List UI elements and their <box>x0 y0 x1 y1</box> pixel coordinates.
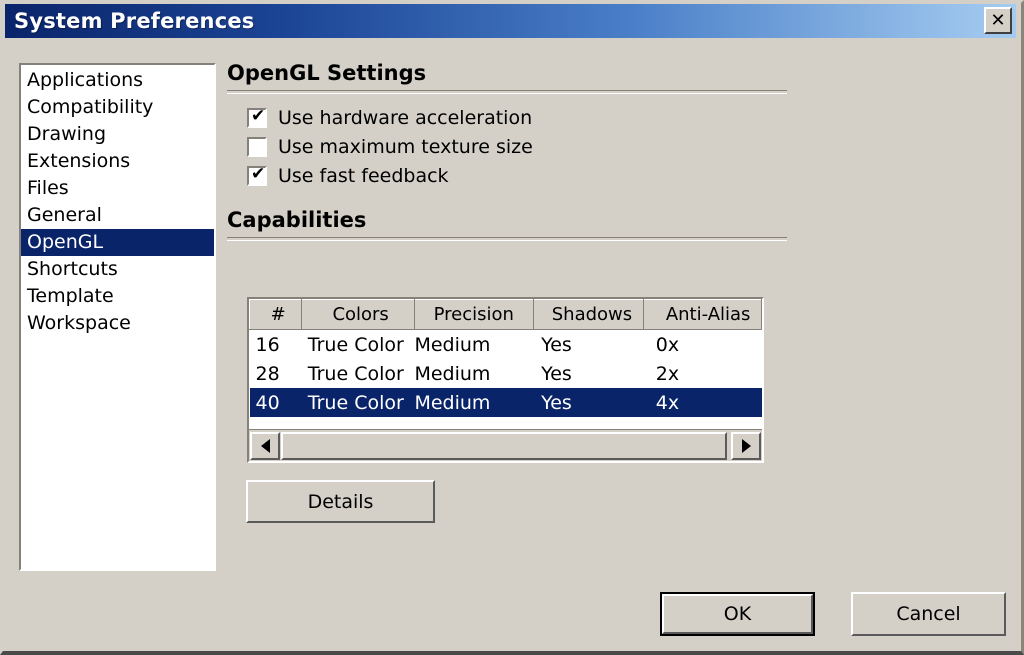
sidebar-item-label: Compatibility <box>27 96 154 118</box>
cell-anti_alias: 0x <box>655 333 680 356</box>
sidebar-item-applications[interactable]: Applications <box>21 67 214 94</box>
close-glyph: ✕ <box>990 9 1006 31</box>
sidebar-item-drawing[interactable]: Drawing <box>21 121 214 148</box>
cell-precision: Medium <box>414 362 491 385</box>
sidebar-item-files[interactable]: Files <box>21 175 214 202</box>
capabilities-table-frame: # Colors Precision Shadows Anti-Alias 16 True… <box>247 297 764 463</box>
sidebar-item-opengl[interactable]: OpenGL <box>21 229 214 256</box>
cell-colors: True Color <box>301 388 415 417</box>
opengl-settings-heading: OpenGL Settings <box>227 61 427 85</box>
checkbox-label: Use maximum texture size <box>278 135 533 158</box>
checkbox-row-0[interactable]: ✔ Use hardware acceleration <box>247 103 787 132</box>
column-header-0[interactable]: # <box>249 299 303 330</box>
sidebar-item-label: Extensions <box>27 150 131 172</box>
triangle-left-icon[interactable] <box>250 431 280 460</box>
cancel-button[interactable]: Cancel <box>851 592 1006 636</box>
table-body[interactable]: 16 True Color Medium Yes 0x 28 True Color Mediu… <box>249 330 762 417</box>
horizontal-scrollbar[interactable] <box>249 429 762 461</box>
sidebar-item-compatibility[interactable]: Compatibility <box>21 94 214 121</box>
column-header-2[interactable]: Precision <box>413 299 534 330</box>
section-divider-opengl <box>227 90 787 94</box>
capabilities-heading: Capabilities <box>227 208 367 232</box>
column-header-1[interactable]: Colors <box>301 299 415 330</box>
ok-button[interactable]: OK <box>660 592 815 636</box>
sidebar-item-label: Applications <box>27 69 144 91</box>
cell-colors: True Color <box>307 333 404 356</box>
checkbox-label: Use hardware acceleration <box>278 106 533 129</box>
sidebar-item-label: Template <box>27 285 114 307</box>
checkbox-row-2[interactable]: ✔ Use fast feedback <box>247 161 787 190</box>
system-preferences-dialog: System Preferences ✕ Applications Compati… <box>0 0 1024 655</box>
checkbox-unchecked-icon[interactable] <box>247 136 267 157</box>
cell-shadows: Yes <box>541 333 572 356</box>
sidebar-item-extensions[interactable]: Extensions <box>21 148 214 175</box>
cell-shadows: Yes <box>541 362 572 385</box>
table-row[interactable]: 28 True Color Medium Yes 2x <box>250 359 762 388</box>
checkbox-row-1[interactable]: Use maximum texture size <box>247 132 787 161</box>
checkbox-checked-icon[interactable]: ✔ <box>247 105 267 128</box>
cell-colors: True Color <box>307 362 404 385</box>
opengl-settings-pane: OpenGL Settings ✔ Use hardware accelerati… <box>227 61 787 241</box>
sidebar-item-label: Files <box>27 177 69 199</box>
sidebar-item-template[interactable]: Template <box>21 283 214 310</box>
column-header-4[interactable]: Anti-Alias <box>643 299 762 330</box>
details-button[interactable]: Details <box>246 480 435 523</box>
table-row[interactable]: 16 True Color Medium Yes 0x <box>250 330 762 360</box>
details-button-label: Details <box>307 490 374 513</box>
title-bar: System Preferences ✕ <box>5 4 1016 38</box>
window-title: System Preferences <box>14 9 255 33</box>
sidebar-item-shortcuts[interactable]: Shortcuts <box>21 256 214 283</box>
sidebar-item-workspace[interactable]: Workspace <box>21 310 214 337</box>
cell-num: 16 <box>255 333 280 356</box>
cell-shadows: Yes <box>533 388 644 417</box>
opengl-checkbox-group: ✔ Use hardware acceleration Use maximum te… <box>227 103 787 190</box>
table-header-row[interactable]: # Colors Precision Shadows Anti-Alias <box>249 299 762 330</box>
cell-anti_alias: 4x <box>643 388 762 417</box>
sidebar-item-label: Shortcuts <box>27 258 118 280</box>
sidebar-item-label: General <box>27 204 102 226</box>
checkmark-icon: ✔ <box>251 105 266 126</box>
checkbox-checked-icon[interactable]: ✔ <box>247 163 267 186</box>
sidebar-item-general[interactable]: General <box>21 202 214 229</box>
close-icon[interactable]: ✕ <box>984 7 1012 34</box>
sidebar-item-label: Workspace <box>27 312 131 334</box>
checkmark-icon: ✔ <box>251 163 266 184</box>
ok-button-label: OK <box>723 603 752 625</box>
cancel-button-label: Cancel <box>896 603 961 625</box>
section-divider-capabilities <box>227 237 787 241</box>
cell-precision: Medium <box>414 333 491 356</box>
sidebar-item-label: Drawing <box>27 123 107 145</box>
triangle-right-icon[interactable] <box>731 431 761 460</box>
cell-num: 40 <box>249 388 302 417</box>
checkbox-label: Use fast feedback <box>278 164 449 187</box>
sidebar-item-label: OpenGL <box>27 231 104 253</box>
scrollbar-thumb[interactable] <box>281 431 727 460</box>
table-row[interactable]: 40 True Color Medium Yes 4x <box>249 388 762 417</box>
column-header-3[interactable]: Shadows <box>532 299 645 330</box>
preferences-category-list[interactable]: Applications Compatibility Drawing Extensio… <box>19 63 216 571</box>
cell-num: 28 <box>255 362 280 385</box>
cell-anti_alias: 2x <box>655 362 680 385</box>
capabilities-table[interactable]: # Colors Precision Shadows Anti-Alias 16 True… <box>249 299 762 417</box>
cell-precision: Medium <box>414 388 534 417</box>
